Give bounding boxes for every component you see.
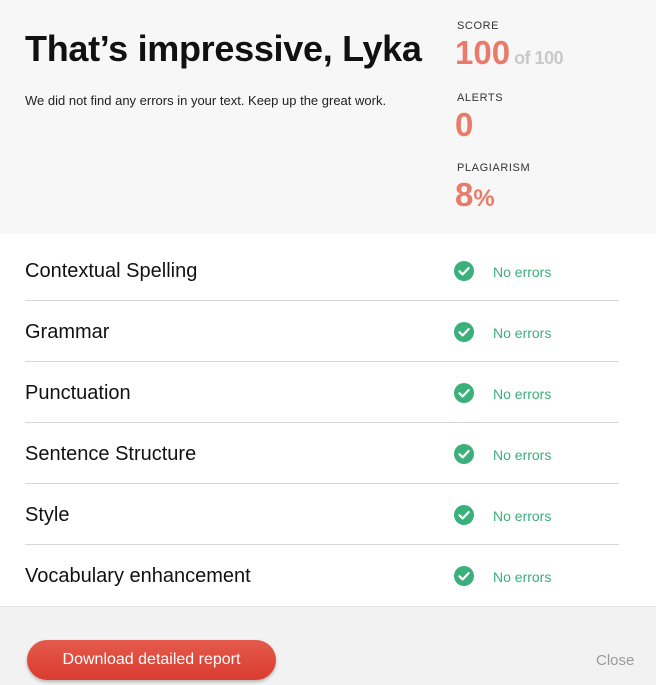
close-button[interactable]: Close xyxy=(596,652,634,669)
score-max: of 100 xyxy=(514,48,564,68)
check-label: Punctuation xyxy=(25,382,131,404)
check-circle-icon xyxy=(454,505,474,525)
check-status: No errors xyxy=(493,569,552,585)
check-circle-icon xyxy=(454,383,474,403)
score-value: 100 of 100 xyxy=(455,34,564,72)
summary-header: That’s impressive, Lyka We did not find … xyxy=(0,0,656,234)
check-status: No errors xyxy=(493,264,552,280)
check-row-sentence-structure: Sentence Structure No errors xyxy=(25,424,619,484)
plagiarism-number: 8 xyxy=(455,176,474,213)
score-number: 100 xyxy=(455,34,511,71)
check-row-contextual-spelling: Contextual Spelling No errors xyxy=(25,241,619,301)
check-list: Contextual Spelling No errors Grammar No… xyxy=(25,241,619,606)
check-status: No errors xyxy=(493,508,552,524)
check-row-vocabulary-enhancement: Vocabulary enhancement No errors xyxy=(25,546,619,605)
check-label: Style xyxy=(25,504,70,526)
check-label: Grammar xyxy=(25,321,110,343)
check-status: No errors xyxy=(493,325,552,341)
page-title: That’s impressive, Lyka xyxy=(25,28,422,69)
check-status: No errors xyxy=(493,386,552,402)
plagiarism-label: PLAGIARISM xyxy=(457,162,531,174)
check-label: Vocabulary enhancement xyxy=(25,565,251,587)
alerts-label: ALERTS xyxy=(457,92,504,104)
plagiarism-value: 8% xyxy=(455,176,495,214)
check-circle-icon xyxy=(454,261,474,281)
check-circle-icon xyxy=(454,322,474,342)
plagiarism-unit: % xyxy=(473,185,495,212)
check-circle-icon xyxy=(454,566,474,586)
score-label: SCORE xyxy=(457,20,500,32)
check-row-punctuation: Punctuation No errors xyxy=(25,363,619,423)
check-label: Contextual Spelling xyxy=(25,260,198,282)
summary-message: We did not find any errors in your text.… xyxy=(25,93,387,108)
check-row-grammar: Grammar No errors xyxy=(25,302,619,362)
check-circle-icon xyxy=(454,444,474,464)
results-dialog: That’s impressive, Lyka We did not find … xyxy=(0,0,656,685)
check-row-style: Style No errors xyxy=(25,485,619,545)
alerts-value: 0 xyxy=(455,106,474,143)
download-report-button[interactable]: Download detailed report xyxy=(27,640,276,680)
dialog-footer: Download detailed report Close xyxy=(0,606,656,685)
check-status: No errors xyxy=(493,447,552,463)
check-label: Sentence Structure xyxy=(25,443,197,465)
